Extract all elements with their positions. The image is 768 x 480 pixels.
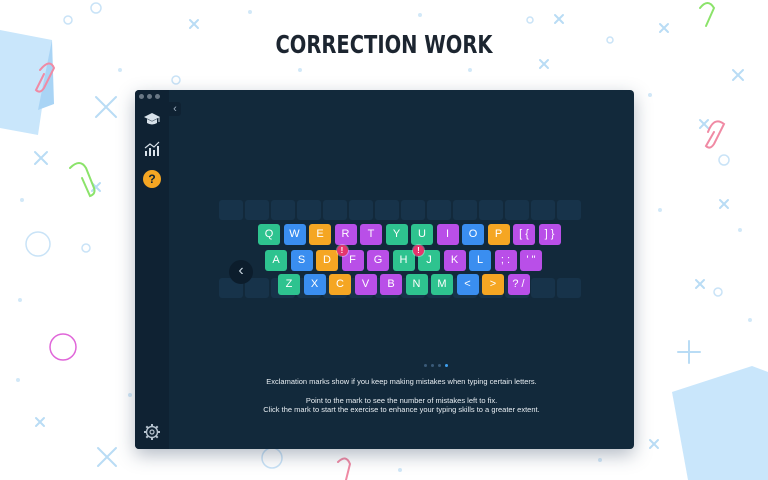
keyboard-key[interactable]: D — [316, 250, 338, 271]
graduation-cap-icon[interactable] — [143, 110, 161, 128]
keyboard-key[interactable]: O — [462, 224, 484, 245]
message-line-3: Click the mark to start the exercise to … — [263, 405, 540, 414]
page-headline: CORRECTION WORK — [275, 30, 493, 59]
keyboard-key[interactable]: P — [487, 224, 510, 245]
keyboard-key[interactable]: Q — [258, 224, 280, 245]
keyboard-key[interactable]: H — [392, 250, 415, 271]
keyboard-key[interactable]: T — [360, 224, 382, 245]
keyboard-key[interactable]: N — [405, 274, 428, 295]
keyboard-key[interactable]: A — [265, 250, 287, 271]
pagination-dot[interactable] — [445, 364, 448, 367]
keyboard-key[interactable]: < — [456, 274, 479, 295]
keyboard-key[interactable]: W — [283, 224, 306, 245]
close-window-dot[interactable] — [139, 94, 144, 99]
keyboard-key[interactable]: L — [469, 250, 491, 271]
keyboard-key[interactable]: X — [303, 274, 326, 295]
circle-accent — [49, 333, 77, 361]
keyboard-key[interactable]: E — [309, 224, 331, 245]
keyboard-key[interactable]: ] } — [538, 224, 561, 245]
keyboard-key[interactable]: R — [334, 224, 357, 245]
keyboard-key[interactable]: S — [290, 250, 313, 271]
keyboard-key[interactable]: Z — [278, 274, 300, 295]
keyboard-key[interactable]: V — [354, 274, 377, 295]
keyboard-key[interactable]: > — [482, 274, 504, 295]
keyboard-key[interactable]: ; : — [494, 250, 517, 271]
zoom-window-dot[interactable] — [155, 94, 160, 99]
gear-icon[interactable] — [143, 423, 161, 441]
keyboard-key[interactable]: U — [411, 224, 433, 245]
statistics-chart-icon[interactable] — [143, 140, 161, 158]
pagination-dot[interactable] — [431, 364, 434, 367]
keyboard-key[interactable]: M — [431, 274, 453, 295]
keyboard-key[interactable]: G — [367, 250, 389, 271]
minimize-window-dot[interactable] — [147, 94, 152, 99]
lesson-panel: Q W E R T Y U I O P[ {] } A S D F! G H J! K L; : ' " Z X C V B N M… — [169, 90, 634, 449]
ghost-row-top — [219, 200, 581, 220]
pagination-dot[interactable] — [424, 364, 427, 367]
keyboard-key[interactable]: ' " — [520, 250, 542, 271]
message-line-2: Point to the mark to see the number of m… — [305, 396, 498, 405]
pagination-dots — [424, 364, 448, 367]
keyboard-key[interactable]: [ { — [513, 224, 535, 245]
pagination-dot[interactable] — [438, 364, 441, 367]
keyboard-key[interactable]: B — [380, 274, 402, 295]
sidebar: ? — [135, 90, 169, 449]
app-window: ? ‹ Q W E R T Y U I O P[ {] } A S D F! G H J! K L; : ' " Z X C… — [135, 90, 634, 449]
keyboard-key[interactable]: Y — [385, 224, 408, 245]
keyboard-key[interactable]: C — [329, 274, 351, 295]
sticky-note-right — [672, 366, 768, 480]
window-controls — [139, 94, 160, 99]
keyboard-key[interactable]: ? / — [507, 274, 530, 295]
keyboard-key[interactable]: K — [443, 250, 466, 271]
help-icon[interactable]: ? — [143, 170, 161, 188]
previous-page-button[interactable]: ‹ — [229, 260, 253, 284]
message-line-1: Exclamation marks show if you keep makin… — [266, 377, 537, 386]
mistake-badge[interactable]: ! — [336, 245, 348, 256]
keyboard-key[interactable]: I — [436, 224, 459, 245]
mistake-badge[interactable]: ! — [413, 245, 424, 256]
